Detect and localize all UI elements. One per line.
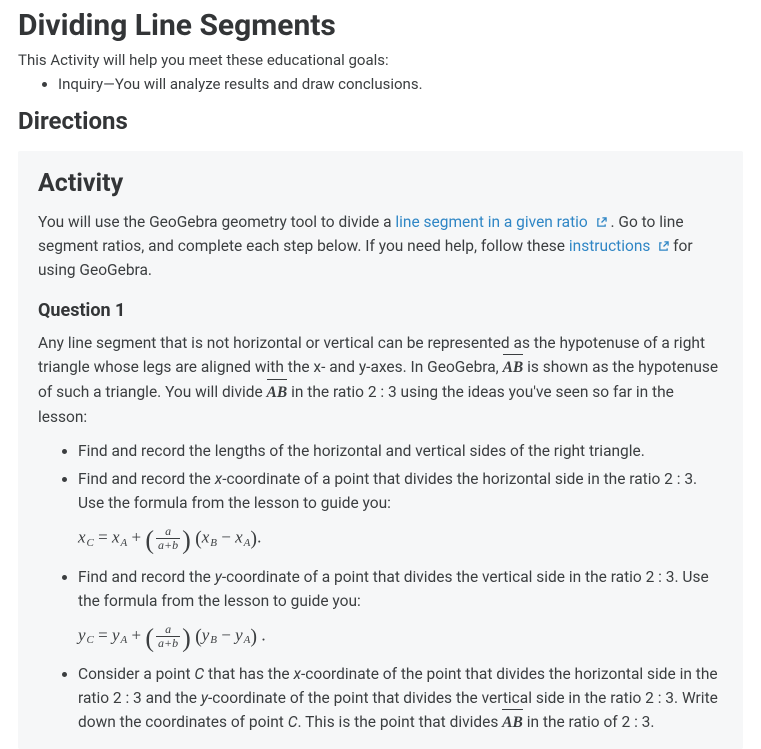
instructions-link[interactable]: instructions (569, 237, 673, 255)
lead-text: This Activity will help you meet these e… (18, 51, 743, 69)
activity-heading: Activity (38, 169, 723, 198)
step-text: Consider a point (78, 665, 194, 683)
segment-ab: AB (502, 711, 523, 735)
activity-box: Activity You will use the GeoGebra geome… (18, 151, 743, 749)
step-item: Find and record the lengths of the horiz… (78, 439, 723, 463)
page-title: Dividing Line Segments (18, 8, 743, 43)
directions-heading: Directions (18, 107, 743, 135)
steps-list: Find and record the lengths of the horiz… (38, 439, 723, 735)
step-item: Find and record the y-coordinate of a po… (78, 565, 723, 650)
var-c: C (194, 665, 204, 683)
var-x: x (293, 665, 300, 683)
formula-x: xC = xA + (aa+b) (xB − xA). (78, 525, 723, 552)
external-link-icon (596, 217, 607, 228)
step-text: Find and record the (78, 470, 215, 488)
segment-ab: AB (503, 356, 524, 380)
external-link-icon (658, 241, 669, 252)
intro-text-1: You will use the GeoGebra geometry tool … (38, 213, 395, 231)
step-text: that has the (204, 665, 293, 683)
formula-y: yC = yA + (aa+b) (yB − yA) . (78, 623, 723, 650)
question-heading: Question 1 (38, 300, 723, 321)
link-label: instructions (569, 237, 651, 255)
activity-intro: You will use the GeoGebra geometry tool … (38, 210, 723, 282)
var-y: y (215, 568, 222, 586)
goal-item: Inquiry—You will analyze results and dra… (58, 75, 743, 93)
question-paragraph: Any line segment that is not horizontal … (38, 331, 723, 429)
step-text: Find and record the (78, 568, 215, 586)
step-item: Find and record the x-coordinate of a po… (78, 467, 723, 552)
link-label: line segment in a given ratio (395, 213, 587, 231)
step-item: Consider a point C that has the x-coordi… (78, 662, 723, 735)
goals-list: Inquiry—You will analyze results and dra… (18, 75, 743, 93)
segment-ab: AB (267, 381, 288, 405)
line-segment-link[interactable]: line segment in a given ratio (395, 213, 610, 231)
var-y: y (201, 689, 208, 707)
